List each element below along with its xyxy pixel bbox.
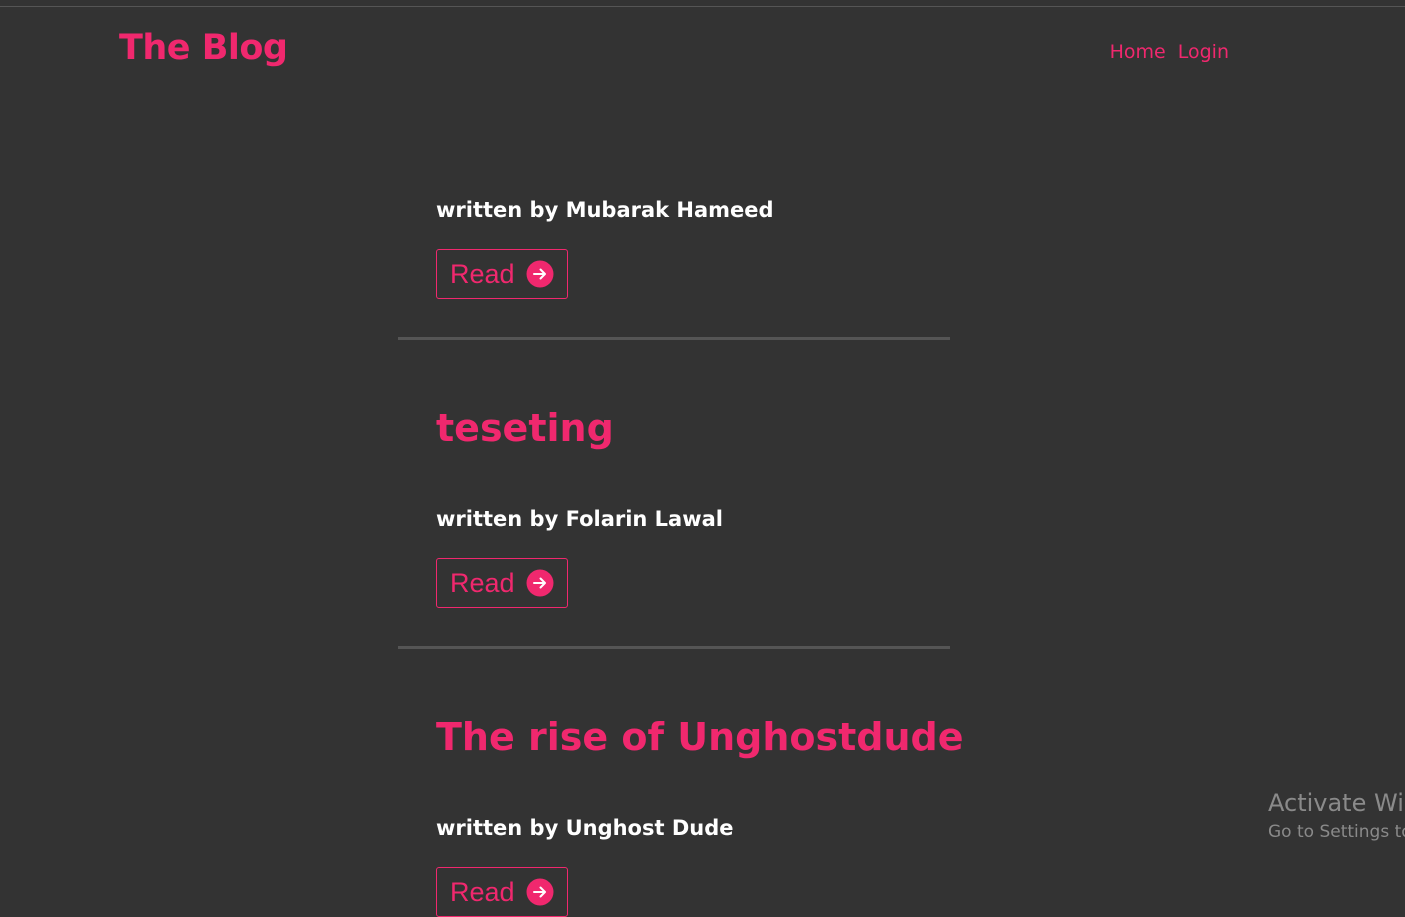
post-divider — [398, 337, 950, 340]
post-title[interactable]: teseting — [436, 406, 614, 450]
read-button-label: Read — [450, 876, 515, 907]
arrow-right-circle-icon — [526, 569, 554, 597]
read-button-label: Read — [450, 567, 515, 598]
window-top-edge — [0, 0, 1405, 7]
post-title[interactable]: The rise of Unghostdude — [436, 715, 964, 759]
post-author: written by Folarin Lawal — [436, 507, 723, 531]
main-nav: Home Login — [1110, 41, 1229, 63]
nav-home-link[interactable]: Home — [1110, 41, 1166, 63]
read-button[interactable]: Read — [436, 249, 568, 299]
post-author: written by Mubarak Hameed — [436, 198, 774, 222]
post-author: written by Unghost Dude — [436, 816, 734, 840]
read-button-label: Read — [450, 258, 515, 289]
read-button[interactable]: Read — [436, 558, 568, 608]
read-button[interactable]: Read — [436, 867, 568, 917]
arrow-right-circle-icon — [526, 260, 554, 288]
post-divider — [398, 646, 950, 649]
arrow-right-circle-icon — [526, 878, 554, 906]
activation-watermark-title: Activate Win — [1268, 789, 1405, 817]
site-brand[interactable]: The Blog — [119, 28, 288, 68]
nav-login-link[interactable]: Login — [1178, 41, 1229, 63]
activation-watermark-subtitle: Go to Settings to — [1268, 822, 1405, 842]
